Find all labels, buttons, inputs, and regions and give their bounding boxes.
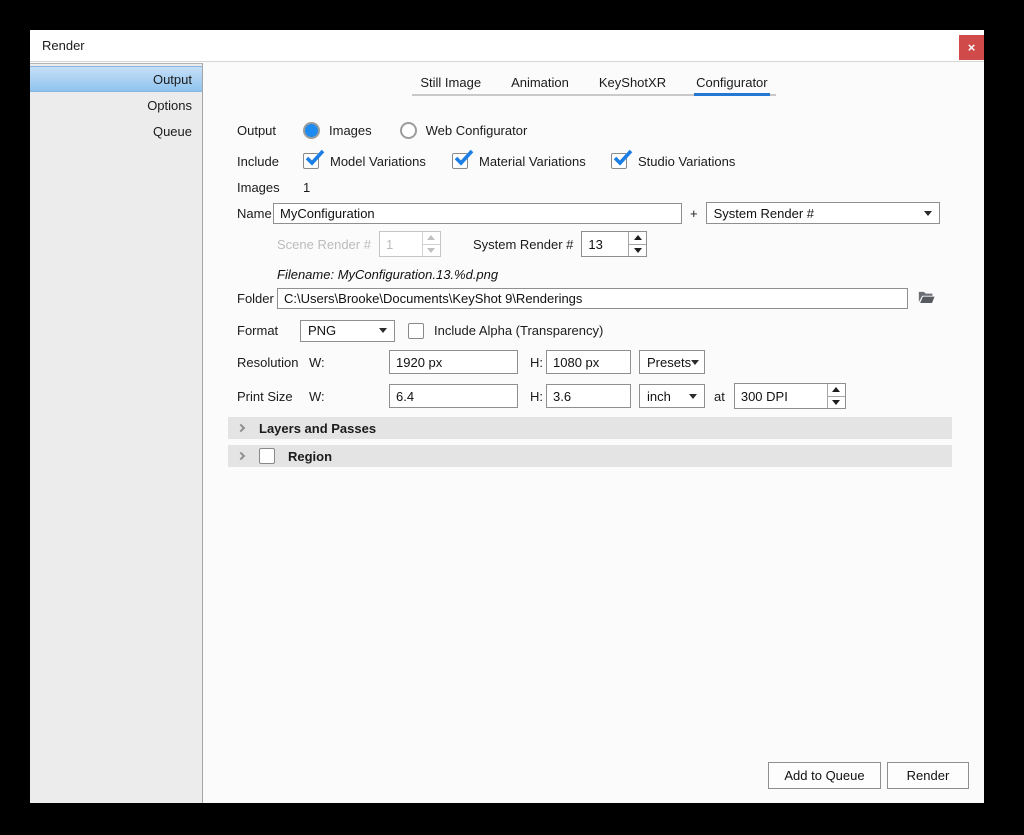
spin-down-icon[interactable] — [629, 245, 646, 257]
name-suffix-dropdown[interactable]: System Render # — [706, 202, 940, 224]
web-configurator-label: Web Configurator — [426, 123, 528, 138]
close-button[interactable]: × — [959, 35, 984, 60]
close-icon: × — [968, 40, 976, 55]
format-label: Format — [237, 323, 300, 338]
render-dialog: Render × Output Options Queue Still Imag… — [30, 30, 984, 803]
images-radio-label: Images — [329, 123, 372, 138]
region-checkbox[interactable] — [259, 448, 275, 464]
system-render-label: System Render # — [473, 237, 573, 252]
main-panel: Still Image Animation KeyShotXR Configur… — [204, 63, 984, 803]
print-size-label: Print Size — [237, 389, 309, 404]
chevron-right-icon[interactable] — [237, 452, 245, 460]
tab-still-image[interactable]: Still Image — [418, 69, 483, 96]
output-label: Output — [237, 123, 303, 138]
title-bar: Render × — [30, 30, 984, 62]
spin-up-icon[interactable] — [828, 384, 845, 397]
studio-variations-label: Studio Variations — [638, 154, 735, 169]
folder-label: Folder — [237, 291, 277, 306]
print-size-h-label: H: — [530, 389, 546, 404]
footer-actions: Add to Queue Render — [768, 762, 969, 789]
studio-variations-checkbox[interactable] — [611, 153, 627, 169]
resolution-height-input[interactable] — [546, 350, 631, 374]
spin-up-icon — [423, 232, 440, 245]
print-size-row: Print Size W: H: inch at 300 DPI — [237, 383, 846, 409]
material-variations-checkbox[interactable] — [452, 153, 468, 169]
tab-bar: Still Image Animation KeyShotXR Configur… — [204, 69, 984, 96]
images-count-row: Images 1 — [237, 177, 310, 197]
resolution-label: Resolution — [237, 355, 309, 370]
format-dropdown[interactable]: PNG — [300, 320, 395, 342]
images-count-label: Images — [237, 180, 303, 195]
images-radio[interactable] — [303, 122, 320, 139]
material-variations-label: Material Variations — [479, 154, 611, 169]
sidebar-item-options[interactable]: Options — [30, 92, 202, 118]
name-input[interactable] — [273, 203, 682, 224]
print-at-label: at — [714, 389, 725, 404]
scene-render-label: Scene Render # — [277, 237, 371, 252]
tab-keyshotxr[interactable]: KeyShotXR — [597, 69, 668, 96]
name-label: Name — [237, 206, 273, 221]
resolution-h-label: H: — [530, 355, 546, 370]
name-row: Name + System Render # — [237, 202, 940, 224]
layers-and-passes-section[interactable]: Layers and Passes — [228, 417, 952, 439]
window-title: Render — [42, 38, 85, 53]
add-to-queue-button[interactable]: Add to Queue — [768, 762, 881, 789]
layers-and-passes-label: Layers and Passes — [259, 421, 376, 436]
sidebar-item-output[interactable]: Output — [30, 66, 202, 92]
include-alpha-label: Include Alpha (Transparency) — [434, 323, 603, 338]
sidebar-item-queue[interactable]: Queue — [30, 118, 202, 144]
filename-row: Filename: MyConfiguration.13.%d.png — [277, 265, 498, 283]
folder-input[interactable] — [277, 288, 908, 309]
name-plus: + — [690, 206, 698, 221]
chevron-down-icon — [379, 328, 387, 333]
folder-row: Folder — [237, 287, 935, 309]
output-row: Output Images Web Configurator — [237, 119, 527, 141]
folder-browse-icon[interactable] — [918, 290, 935, 307]
resolution-w-label: W: — [309, 355, 325, 370]
print-width-input[interactable] — [389, 384, 518, 408]
chevron-down-icon — [924, 211, 932, 216]
resolution-row: Resolution W: H: Presets — [237, 350, 705, 374]
print-unit-dropdown[interactable]: inch — [639, 384, 705, 408]
web-configurator-radio[interactable] — [400, 122, 417, 139]
include-row: Include Model Variations Material Variat… — [237, 150, 735, 172]
resolution-presets-dropdown[interactable]: Presets — [639, 350, 705, 374]
tab-configurator[interactable]: Configurator — [694, 69, 770, 96]
format-row: Format PNG Include Alpha (Transparency) — [237, 319, 603, 342]
system-render-spinner[interactable]: 13 — [581, 231, 647, 257]
model-variations-checkbox[interactable] — [303, 153, 319, 169]
spin-down-icon — [423, 245, 440, 257]
tab-animation[interactable]: Animation — [509, 69, 571, 96]
spin-down-icon[interactable] — [828, 397, 845, 409]
include-alpha-checkbox[interactable] — [408, 323, 424, 339]
images-count-value: 1 — [303, 180, 310, 195]
region-section[interactable]: Region — [228, 445, 952, 467]
spin-up-icon[interactable] — [629, 232, 646, 245]
chevron-down-icon — [691, 360, 699, 365]
region-label: Region — [288, 449, 332, 464]
render-number-row: Scene Render # 1 System Render # 13 — [277, 230, 647, 258]
include-label: Include — [237, 154, 303, 169]
filename-preview: Filename: MyConfiguration.13.%d.png — [277, 267, 498, 282]
model-variations-label: Model Variations — [330, 154, 452, 169]
print-height-input[interactable] — [546, 384, 631, 408]
resolution-width-input[interactable] — [389, 350, 518, 374]
chevron-right-icon[interactable] — [237, 424, 245, 432]
chevron-down-icon — [689, 394, 697, 399]
sidebar: Output Options Queue — [30, 63, 203, 803]
scene-render-spinner: 1 — [379, 231, 441, 257]
print-size-w-label: W: — [309, 389, 325, 404]
render-button[interactable]: Render — [887, 762, 969, 789]
dpi-spinner[interactable]: 300 DPI — [734, 383, 846, 409]
